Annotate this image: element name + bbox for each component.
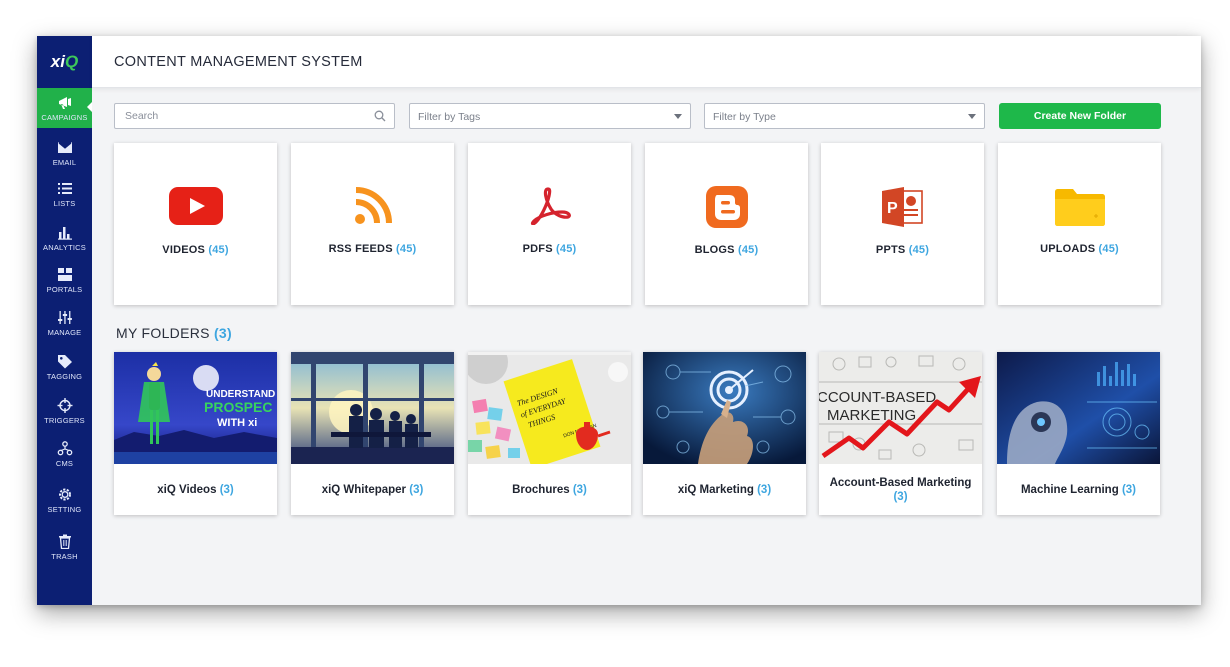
list-icon — [57, 182, 72, 194]
folder-label: xiQ Whitepaper (3) — [321, 483, 424, 496]
sidebar-item-trash[interactable]: TRASH — [37, 527, 92, 567]
sidebar-item-campaigns[interactable]: CAMPAIGNS — [37, 88, 92, 128]
crosshair-icon — [57, 397, 72, 413]
sidebar-item-label: SETTING — [47, 504, 82, 514]
folder-thumbnail: The DESIGN of EVERYDAY THINGS DON NORMAN — [468, 352, 631, 464]
sidebar-item-label: EMAIL — [52, 157, 77, 167]
content-type-card-uploads[interactable]: UPLOADS (45) — [998, 143, 1161, 305]
content-type-label: RSS FEEDS (45) — [328, 243, 417, 255]
folder-label: Brochures (3) — [512, 483, 587, 496]
search-icon[interactable] — [374, 110, 386, 122]
chevron-down-icon — [674, 114, 682, 119]
folder-label: Machine Learning (3) — [1020, 483, 1137, 496]
content-type-label: PPTS (45) — [875, 244, 930, 256]
sidebar-item-label: LISTS — [53, 198, 76, 208]
search-box[interactable] — [114, 103, 395, 129]
svg-text:WITH xi: WITH xi — [217, 417, 257, 429]
search-input[interactable] — [115, 104, 394, 128]
logo-text: xi — [50, 52, 65, 71]
sidebar-item-label: ANALYTICS — [43, 242, 86, 252]
svg-text:PROSPEC: PROSPEC — [204, 399, 272, 415]
megaphone-icon — [58, 96, 71, 109]
hierarchy-icon — [57, 440, 72, 455]
grid-icon — [57, 267, 72, 281]
sidebar-item-triggers[interactable]: TRIGGERS — [37, 391, 92, 431]
svg-text:MARKETING: MARKETING — [827, 407, 916, 424]
content-type-card-videos[interactable]: VIDEOS (45) — [114, 143, 277, 305]
sidebar-item-setting[interactable]: SETTING — [37, 480, 92, 520]
folder-thumbnail — [643, 352, 806, 464]
folder-card-xiq-whitepaper[interactable]: xiQ Whitepaper (3) — [291, 352, 454, 515]
pdf-icon — [530, 187, 571, 225]
folder-card-xiq-videos[interactable]: UNDERSTAND YO PROSPEC WITH xi xiQ Videos… — [114, 352, 277, 515]
envelope-icon — [57, 141, 72, 153]
content-type-card-ppts[interactable]: P PPTS (45) — [821, 143, 984, 305]
sidebar-item-email[interactable]: EMAIL — [37, 133, 92, 173]
folder-thumbnail: CCOUNT-BASED MARKETING — [819, 352, 982, 464]
filter-tags-select[interactable]: Filter by Tags — [409, 103, 691, 129]
page-title: CONTENT MANAGEMENT SYSTEM — [114, 54, 363, 70]
top-bar: CONTENT MANAGEMENT SYSTEM — [92, 36, 1201, 88]
sidebar-item-label: MANAGE — [47, 327, 82, 337]
my-folders-heading: MY FOLDERS (3) — [116, 325, 232, 341]
sidebar-item-label: PORTALS — [46, 284, 83, 294]
content-type-label: BLOGS (45) — [694, 244, 759, 256]
youtube-icon — [168, 187, 223, 225]
folder-thumbnail: UNDERSTAND YO PROSPEC WITH xi — [114, 352, 277, 464]
chevron-down-icon — [968, 114, 976, 119]
content-type-label: VIDEOS (45) — [162, 244, 229, 256]
xiq-logo[interactable]: xi Q — [37, 36, 92, 88]
sidebar-item-cms[interactable]: CMS — [37, 434, 92, 474]
filter-tags-value: Filter by Tags — [418, 111, 481, 123]
folder-card-machine-learning[interactable]: Machine Learning (3) — [997, 352, 1160, 515]
sidebar-item-label: TAGGING — [46, 371, 83, 381]
filter-type-value: Filter by Type — [713, 111, 776, 123]
blogger-icon — [705, 186, 748, 228]
rss-icon — [354, 187, 392, 224]
svg-text:P: P — [887, 200, 898, 217]
sliders-icon — [57, 310, 72, 324]
folder-icon — [1054, 189, 1105, 226]
content-type-card-blogs[interactable]: BLOGS (45) — [645, 143, 808, 305]
sidebar: xi Q CAMPAIGNS EMAIL LISTS ANALYTICS PORT… — [37, 36, 92, 605]
bar-chart-icon — [57, 226, 72, 240]
app-window: xi Q CAMPAIGNS EMAIL LISTS ANALYTICS PORT… — [37, 36, 1201, 605]
sidebar-item-label: TRIGGERS — [44, 415, 85, 425]
folder-card-brochures[interactable]: The DESIGN of EVERYDAY THINGS DON NORMAN… — [468, 352, 631, 515]
svg-text:CCOUNT-BASED: CCOUNT-BASED — [819, 389, 936, 406]
filter-type-select[interactable]: Filter by Type — [704, 103, 985, 129]
folder-label: Account-Based Marketing (3) — [829, 476, 972, 503]
content-type-card-rss-feeds[interactable]: RSS FEEDS (45) — [291, 143, 454, 305]
sidebar-item-manage[interactable]: MANAGE — [37, 303, 92, 343]
folder-card-account-based-marketing[interactable]: CCOUNT-BASED MARKETING Account-Based Mar… — [819, 352, 982, 515]
sidebar-item-portals[interactable]: PORTALS — [37, 260, 92, 300]
folder-label: xiQ Videos (3) — [157, 483, 234, 496]
folder-thumbnail — [997, 352, 1160, 464]
trash-icon — [58, 534, 71, 549]
sidebar-item-label: CMS — [55, 458, 74, 468]
content-type-card-pdfs[interactable]: PDFS (45) — [468, 143, 631, 305]
powerpoint-icon: P — [881, 187, 923, 227]
gear-icon — [58, 488, 71, 500]
sidebar-item-analytics[interactable]: ANALYTICS — [37, 218, 92, 258]
sidebar-item-label: CAMPAIGNS — [41, 112, 88, 122]
folder-card-xiq-marketing[interactable]: xiQ Marketing (3) — [643, 352, 806, 515]
sidebar-item-lists[interactable]: LISTS — [37, 174, 92, 214]
sidebar-item-label: TRASH — [51, 551, 78, 561]
create-new-folder-button[interactable]: Create New Folder — [999, 103, 1161, 129]
sidebar-item-tagging[interactable]: TAGGING — [37, 347, 92, 387]
logo-accent: Q — [64, 52, 79, 71]
content-type-label: UPLOADS (45) — [1040, 243, 1119, 255]
folder-label: xiQ Marketing (3) — [677, 483, 772, 496]
folder-thumbnail — [291, 352, 454, 464]
content-type-label: PDFS (45) — [522, 243, 577, 255]
tag-icon — [57, 354, 72, 368]
